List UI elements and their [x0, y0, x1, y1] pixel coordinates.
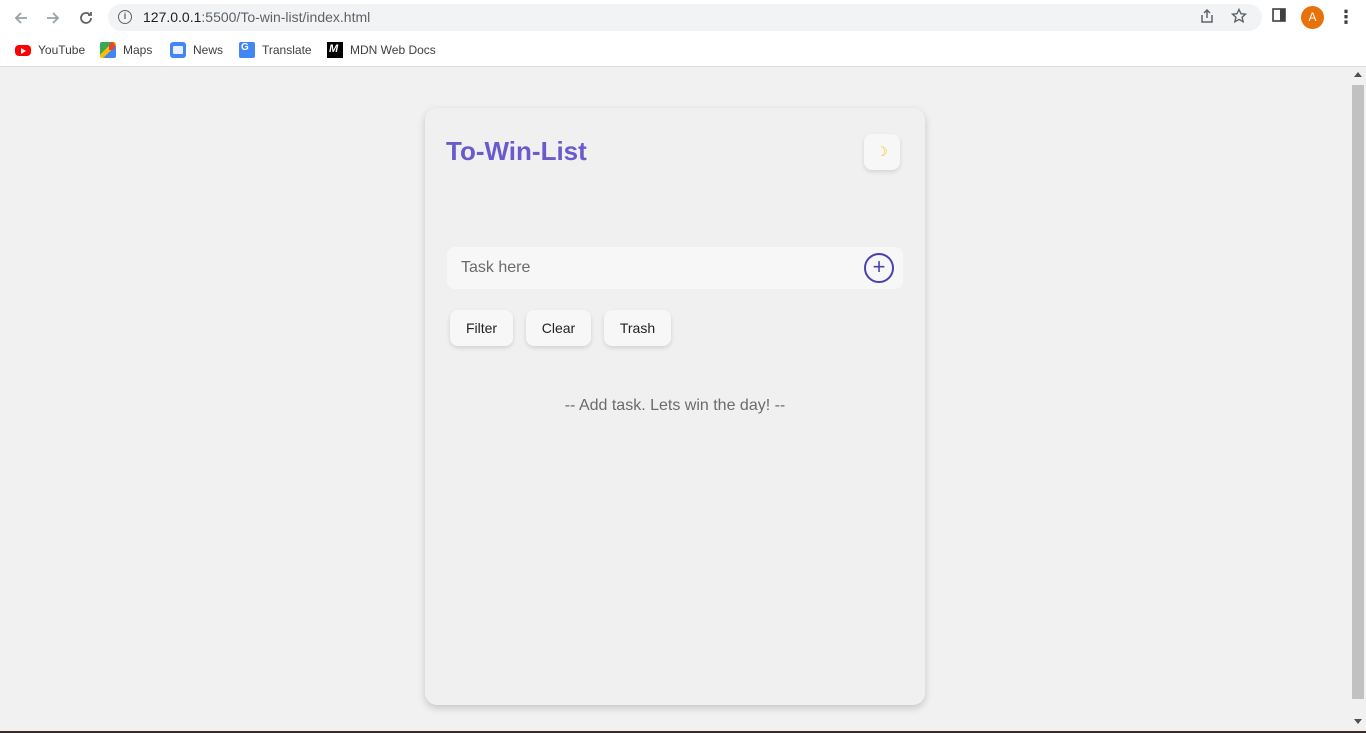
forward-arrow-icon[interactable]	[41, 6, 65, 30]
trash-button[interactable]: Trash	[604, 310, 671, 346]
back-arrow-icon[interactable]	[9, 6, 33, 30]
moon-icon: ☽	[876, 144, 888, 159]
url-path: :5500/To-win-list/index.html	[201, 9, 371, 25]
bookmark-label: Maps	[123, 43, 153, 57]
reload-icon[interactable]	[74, 6, 98, 30]
task-input-row: +	[447, 247, 903, 289]
address-bar[interactable]: i 127.0.0.1:5500/To-win-list/index.html	[108, 4, 1262, 31]
task-input[interactable]	[447, 247, 857, 289]
share-icon[interactable]	[1197, 8, 1217, 28]
mdn-icon	[327, 42, 343, 58]
scroll-down-arrow-icon[interactable]	[1354, 719, 1362, 724]
filter-button[interactable]: Filter	[450, 310, 513, 346]
bookmarks-bar: YouTube Maps News Translate MDN Web Docs	[0, 35, 1366, 67]
bookmark-translate[interactable]: Translate	[239, 42, 312, 58]
more-menu-icon[interactable]: ⋮	[1337, 6, 1355, 28]
side-panel-icon[interactable]	[1268, 7, 1290, 29]
app-title: To-Win-List	[446, 136, 587, 166]
scrollbar-thumb[interactable]	[1352, 85, 1364, 699]
scroll-up-arrow-icon[interactable]	[1354, 72, 1362, 77]
site-info-icon[interactable]: i	[118, 10, 132, 24]
youtube-icon	[15, 44, 31, 56]
bookmark-news[interactable]: News	[170, 42, 223, 58]
bookmark-mdn[interactable]: MDN Web Docs	[327, 42, 436, 58]
bookmark-label: YouTube	[38, 43, 86, 57]
vertical-scrollbar[interactable]	[1350, 68, 1366, 731]
add-task-button[interactable]: +	[864, 253, 894, 283]
bookmark-youtube[interactable]: YouTube	[15, 42, 85, 58]
todo-card: To-Win-List ☽ + Filter Clear Trash -- Ad…	[425, 108, 925, 705]
profile-avatar[interactable]: A	[1301, 6, 1324, 29]
bookmark-label: News	[193, 43, 224, 57]
empty-state-message: -- Add task. Lets win the day! --	[564, 397, 786, 414]
url-text[interactable]: 127.0.0.1:5500/To-win-list/index.html	[143, 9, 370, 25]
translate-icon	[239, 42, 255, 58]
maps-icon	[100, 42, 116, 58]
browser-toolbar: i 127.0.0.1:5500/To-win-list/index.html …	[0, 0, 1366, 35]
theme-toggle-button[interactable]: ☽	[864, 134, 900, 170]
news-icon	[170, 42, 186, 58]
url-host: 127.0.0.1	[143, 9, 202, 25]
clear-button[interactable]: Clear	[526, 310, 591, 346]
bookmark-maps[interactable]: Maps	[100, 42, 152, 58]
bookmark-star-icon[interactable]	[1229, 7, 1249, 28]
bookmark-label: Translate	[262, 43, 312, 57]
bookmark-label: MDN Web Docs	[350, 43, 436, 57]
